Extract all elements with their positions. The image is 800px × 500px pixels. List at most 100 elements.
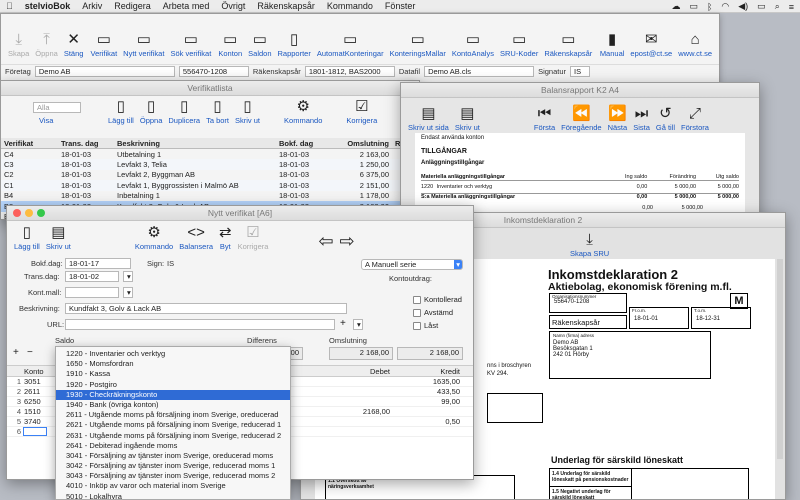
- bluetooth-icon[interactable]: ᛒ: [707, 2, 712, 12]
- kredit-cell[interactable]: 1635,00: [393, 377, 463, 386]
- account-option[interactable]: 3041 - Försäljning av tjänster inom Sver…: [56, 451, 290, 461]
- debet-cell[interactable]: [327, 387, 393, 396]
- skriv-ut-button-balans[interactable]: ▤ Skriv ut: [455, 105, 480, 132]
- account-option[interactable]: 4010 - Inköp av varor och material inom …: [56, 481, 290, 491]
- account-option[interactable]: 2641 - Debiterad ingående moms: [56, 441, 290, 451]
- sok-verifikat-button[interactable]: ▭ Sök verifikat: [170, 31, 211, 58]
- forsta-button[interactable]: ⏮ Första: [534, 105, 555, 132]
- kontrollerad-checkbox[interactable]: Kontollerad: [413, 293, 462, 306]
- oppna-button[interactable]: ⤒ Öppna: [35, 31, 58, 58]
- konto-cell[interactable]: 2611: [21, 387, 57, 396]
- app-menu[interactable]: stelvioBok: [25, 1, 71, 11]
- search-icon[interactable]: ⌕: [775, 1, 780, 12]
- trans-dropdown[interactable]: ▾: [123, 271, 133, 282]
- add-url-icon[interactable]: +: [340, 318, 346, 329]
- account-option[interactable]: 1940 - Bank (övriga konton): [56, 400, 290, 410]
- lagg-till-button-nytt[interactable]: ▯ Lägg till: [14, 224, 40, 251]
- col-verifikat[interactable]: Verifikat: [1, 138, 58, 149]
- url-dropdown[interactable]: ▾: [353, 319, 363, 330]
- account-option[interactable]: 1910 - Kassa: [56, 369, 290, 379]
- minimize-window-icon[interactable]: [25, 209, 33, 217]
- nytt-verifikat-button[interactable]: ▭ Nytt verifikat: [123, 31, 164, 58]
- skriv-ut-button-list[interactable]: ▯ Skriv ut: [235, 98, 260, 125]
- rapporter-button[interactable]: ▯ Rapporter: [278, 31, 311, 58]
- kredit-cell[interactable]: 433,50: [393, 387, 463, 396]
- account-option[interactable]: 2631 - Utgående moms på försäljning inom…: [56, 431, 290, 441]
- konto-cell[interactable]: 3740: [21, 417, 57, 426]
- kredit-cell[interactable]: [383, 427, 453, 436]
- cloud-icon[interactable]: ☁: [671, 1, 680, 12]
- automatkonteringar-button[interactable]: ▭ AutomatKonteringar: [317, 31, 384, 58]
- col-trans-dag[interactable]: Trans. dag: [58, 138, 114, 149]
- ga-till-button[interactable]: ↺ Gå till: [656, 105, 675, 132]
- url-field[interactable]: [65, 319, 335, 330]
- saldon-button[interactable]: ▭ Saldon: [248, 31, 271, 58]
- konto-cell[interactable]: [23, 427, 47, 436]
- foregaende-button[interactable]: ⏪ Föregående: [561, 105, 601, 132]
- last-checkbox[interactable]: Låst: [413, 319, 462, 332]
- table-row[interactable]: B4 18-01-03 Inbetalning 1 18-01-03 1 178,00: [1, 191, 419, 202]
- kredit-cell[interactable]: 99,00: [393, 397, 463, 406]
- konto-cell[interactable]: 6250: [21, 397, 57, 406]
- filter-select[interactable]: Alla: [33, 102, 81, 113]
- menu-kommando[interactable]: Kommando: [327, 1, 373, 11]
- close-window-icon[interactable]: [13, 209, 21, 217]
- menu-arkiv[interactable]: Arkiv: [82, 1, 102, 11]
- table-row[interactable]: C3 18-01-03 Levfakt 3, Telia 18-01-03 1 250,…: [1, 159, 419, 170]
- debet-cell[interactable]: 2168,00: [327, 407, 393, 416]
- duplicera-button[interactable]: ▯ Duplicera: [168, 98, 200, 125]
- kommando-button-nytt[interactable]: ⚙ Kommando: [135, 224, 173, 251]
- table-row[interactable]: C2 18-01-03 Levfakt 2, Byggman AB 18-01-03 6…: [1, 170, 419, 181]
- account-option[interactable]: 1930 - Checkräkningskonto: [56, 389, 290, 400]
- debet-cell[interactable]: [327, 397, 393, 406]
- korrigera-button-nytt[interactable]: ☑ Korrigera: [238, 224, 269, 251]
- konto-cell[interactable]: 1510: [21, 407, 57, 416]
- balansera-button[interactable]: <> Balansera: [179, 224, 213, 251]
- www-button[interactable]: ⌂ www.ct.se: [678, 31, 712, 58]
- bokf-field[interactable]: 18-01-17: [65, 258, 131, 269]
- list-icon[interactable]: ≡: [789, 2, 794, 12]
- oppna-button-list[interactable]: ▯ Öppna: [140, 98, 163, 125]
- kont-mall-field[interactable]: [65, 287, 119, 298]
- zoom-window-icon[interactable]: [37, 209, 45, 217]
- kommando-button-list[interactable]: ⚙ Kommando: [284, 98, 322, 125]
- trans-field[interactable]: 18-01-02: [65, 271, 119, 282]
- account-option[interactable]: 1920 - Postgiro: [56, 380, 290, 390]
- konto-cell[interactable]: 3051: [21, 377, 57, 386]
- debet-cell[interactable]: [317, 427, 383, 436]
- account-option[interactable]: 1650 - Momsfordran: [56, 359, 290, 369]
- konton-button[interactable]: ▭ Konton: [218, 31, 242, 58]
- epost-button[interactable]: ✉ epost@ct.se: [630, 31, 672, 58]
- menu-redigera[interactable]: Redigera: [114, 1, 151, 11]
- account-option[interactable]: 1220 - Inventarier och verktyg: [56, 349, 290, 359]
- verifikat-button[interactable]: ▭ Verifikat: [90, 31, 117, 58]
- forstora-button[interactable]: ⤢ Förstora: [681, 105, 709, 132]
- debet-cell[interactable]: [327, 377, 393, 386]
- lagg-till-button[interactable]: ▯ Lägg till: [108, 98, 134, 125]
- konteringsmallar-button[interactable]: ▭ KonteringsMallar: [390, 31, 446, 58]
- kontoanalys-button[interactable]: ▭ KontoAnalys: [452, 31, 494, 58]
- col-bokf-dag[interactable]: Bokf. dag: [276, 138, 334, 149]
- account-option[interactable]: 3043 - Försäljning av tjänster inom Sver…: [56, 471, 290, 481]
- byt-button[interactable]: ⇄ Byt: [219, 224, 232, 251]
- skriv-ut-button-nytt[interactable]: ▤ Skriv ut: [46, 224, 71, 251]
- col-beskrivning[interactable]: Beskrivning: [114, 138, 276, 149]
- nasta-button[interactable]: ⏩ Nästa: [608, 105, 628, 132]
- manual-button[interactable]: ▮ Manual: [600, 31, 625, 58]
- menu-rakenskapsar[interactable]: Räkenskapsår: [257, 1, 315, 11]
- kredit-cell[interactable]: [393, 407, 463, 416]
- beskrivning-field[interactable]: Kundfakt 3, Golv & Lack AB: [65, 303, 347, 314]
- korrigera-button-list[interactable]: ☑ Korrigera: [346, 98, 377, 125]
- table-row[interactable]: C1 18-01-03 Levfakt 1, Byggrossisten i Mal…: [1, 180, 419, 191]
- battery-icon[interactable]: ▭: [757, 1, 766, 12]
- apple-icon[interactable]: : [6, 1, 13, 11]
- skapa-button[interactable]: ⤓ Skapa: [8, 31, 29, 58]
- account-option[interactable]: 2611 - Utgående moms på försäljning inom…: [56, 410, 290, 420]
- col-kredit[interactable]: Kredit: [393, 366, 463, 376]
- col-omslutning[interactable]: Omslutning: [334, 138, 392, 149]
- remove-row-icon[interactable]: −: [27, 347, 33, 358]
- airplay-icon[interactable]: ▭: [689, 1, 698, 12]
- menu-arbeta-med[interactable]: Arbeta med: [163, 1, 210, 11]
- table-row[interactable]: C4 18-01-03 Utbetalning 1 18-01-03 2 163,00: [1, 149, 419, 160]
- ta-bort-button[interactable]: ▯ Ta bort: [206, 98, 229, 125]
